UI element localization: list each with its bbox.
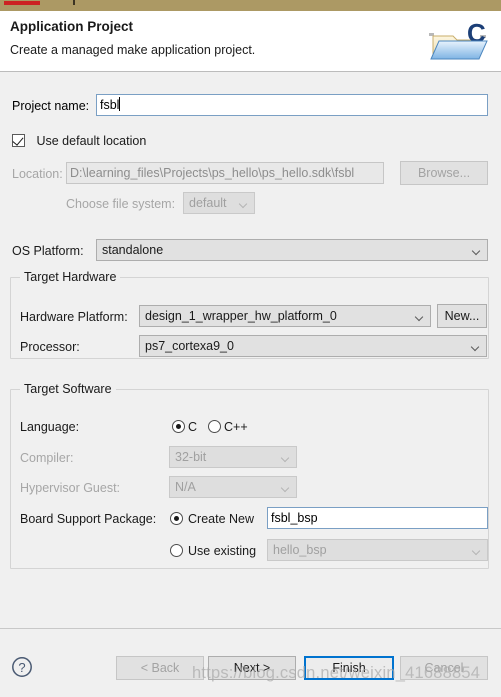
red-marker: [4, 1, 40, 5]
compiler-value: 32-bit: [175, 450, 207, 464]
c-project-folder-icon: C: [423, 16, 493, 68]
back-button: < Back: [116, 656, 204, 680]
chevron-down-icon: [472, 344, 479, 351]
bsp-use-existing-value: hello_bsp: [273, 543, 327, 557]
radio-c[interactable]: [172, 420, 185, 433]
language-label: Language:: [20, 420, 80, 434]
text-caret: [119, 97, 121, 111]
os-platform-combo[interactable]: standalone: [96, 239, 488, 261]
bsp-radio-use-existing[interactable]: Use existing: [170, 544, 256, 558]
location-label: Location:: [12, 167, 63, 181]
language-option-cpp-label: C++: [224, 420, 248, 434]
language-radio-cpp[interactable]: C++: [208, 420, 248, 434]
language-radio-c[interactable]: C: [172, 420, 197, 434]
radio-cpp[interactable]: [208, 420, 221, 433]
hypervisor-guest-label: Hypervisor Guest:: [20, 481, 121, 495]
browse-button: Browse...: [400, 161, 488, 185]
hardware-platform-value: design_1_wrapper_hw_platform_0: [145, 309, 337, 323]
use-default-location-label: Use default location: [36, 134, 147, 148]
radio-create-new[interactable]: [170, 512, 183, 525]
radio-use-existing[interactable]: [170, 544, 183, 557]
wizard-body: Project name: fsbl Use default location …: [0, 72, 501, 628]
wizard-footer: ? < Back Next > Finish Cancel: [0, 628, 501, 697]
bsp-use-existing-combo: hello_bsp: [267, 539, 488, 561]
bsp-use-existing-label: Use existing: [188, 544, 257, 558]
wizard-header: Application Project Create a managed mak…: [0, 11, 501, 72]
processor-label: Processor:: [20, 340, 80, 354]
os-platform-value: standalone: [102, 243, 164, 257]
target-hardware-legend: Target Hardware: [20, 270, 121, 284]
finish-button[interactable]: Finish: [304, 656, 394, 680]
parent-window-title-strip: [0, 0, 501, 11]
hypervisor-guest-combo: N/A: [169, 476, 297, 498]
compiler-combo: 32-bit: [169, 446, 297, 468]
project-name-input[interactable]: fsbl: [96, 94, 488, 116]
chevron-down-icon: [416, 314, 423, 321]
file-system-combo: default: [183, 192, 255, 214]
location-value: D:\learning_files\Projects\ps_hello\ps_h…: [70, 166, 355, 180]
project-name-value: fsbl: [100, 98, 120, 112]
bsp-create-new-label: Create New: [188, 512, 254, 526]
next-button[interactable]: Next >: [208, 656, 296, 680]
bsp-radio-create-new[interactable]: Create New: [170, 512, 254, 526]
question-mark-help-icon[interactable]: ?: [11, 656, 33, 678]
hypervisor-guest-value: N/A: [175, 480, 196, 494]
target-software-legend: Target Software: [20, 382, 116, 396]
chevron-down-icon: [240, 201, 247, 208]
svg-text:?: ?: [18, 660, 25, 675]
chevron-down-icon: [473, 548, 480, 555]
os-platform-label: OS Platform:: [12, 244, 84, 258]
chevron-down-icon: [282, 485, 289, 492]
page-title: Application Project: [10, 19, 134, 34]
location-input: D:\learning_files\Projects\ps_hello\ps_h…: [66, 162, 384, 184]
checkbox-box[interactable]: [12, 134, 25, 147]
page-subtitle: Create a managed make application projec…: [10, 43, 256, 57]
bsp-create-new-input[interactable]: fsbl_bsp: [267, 507, 488, 529]
file-system-value: default: [189, 196, 227, 210]
processor-value: ps7_cortexa9_0: [145, 339, 234, 353]
compiler-label: Compiler:: [20, 451, 74, 465]
cancel-button[interactable]: Cancel: [400, 656, 488, 680]
chevron-down-icon: [282, 455, 289, 462]
language-option-c-label: C: [188, 420, 198, 434]
project-name-label: Project name:: [12, 99, 90, 113]
hardware-platform-label: Hardware Platform:: [20, 310, 128, 324]
processor-combo[interactable]: ps7_cortexa9_0: [139, 335, 487, 357]
bsp-create-new-value: fsbl_bsp: [271, 511, 318, 525]
use-default-location-checkbox[interactable]: Use default location: [12, 134, 146, 148]
board-support-package-label: Board Support Package:: [20, 512, 157, 526]
chevron-down-icon: [473, 248, 480, 255]
title-strip-glyph: [73, 0, 75, 5]
new-hardware-platform-button[interactable]: New...: [437, 304, 487, 328]
check-tick-icon: [12, 134, 24, 146]
file-system-label: Choose file system:: [66, 197, 176, 211]
hardware-platform-combo[interactable]: design_1_wrapper_hw_platform_0: [139, 305, 431, 327]
